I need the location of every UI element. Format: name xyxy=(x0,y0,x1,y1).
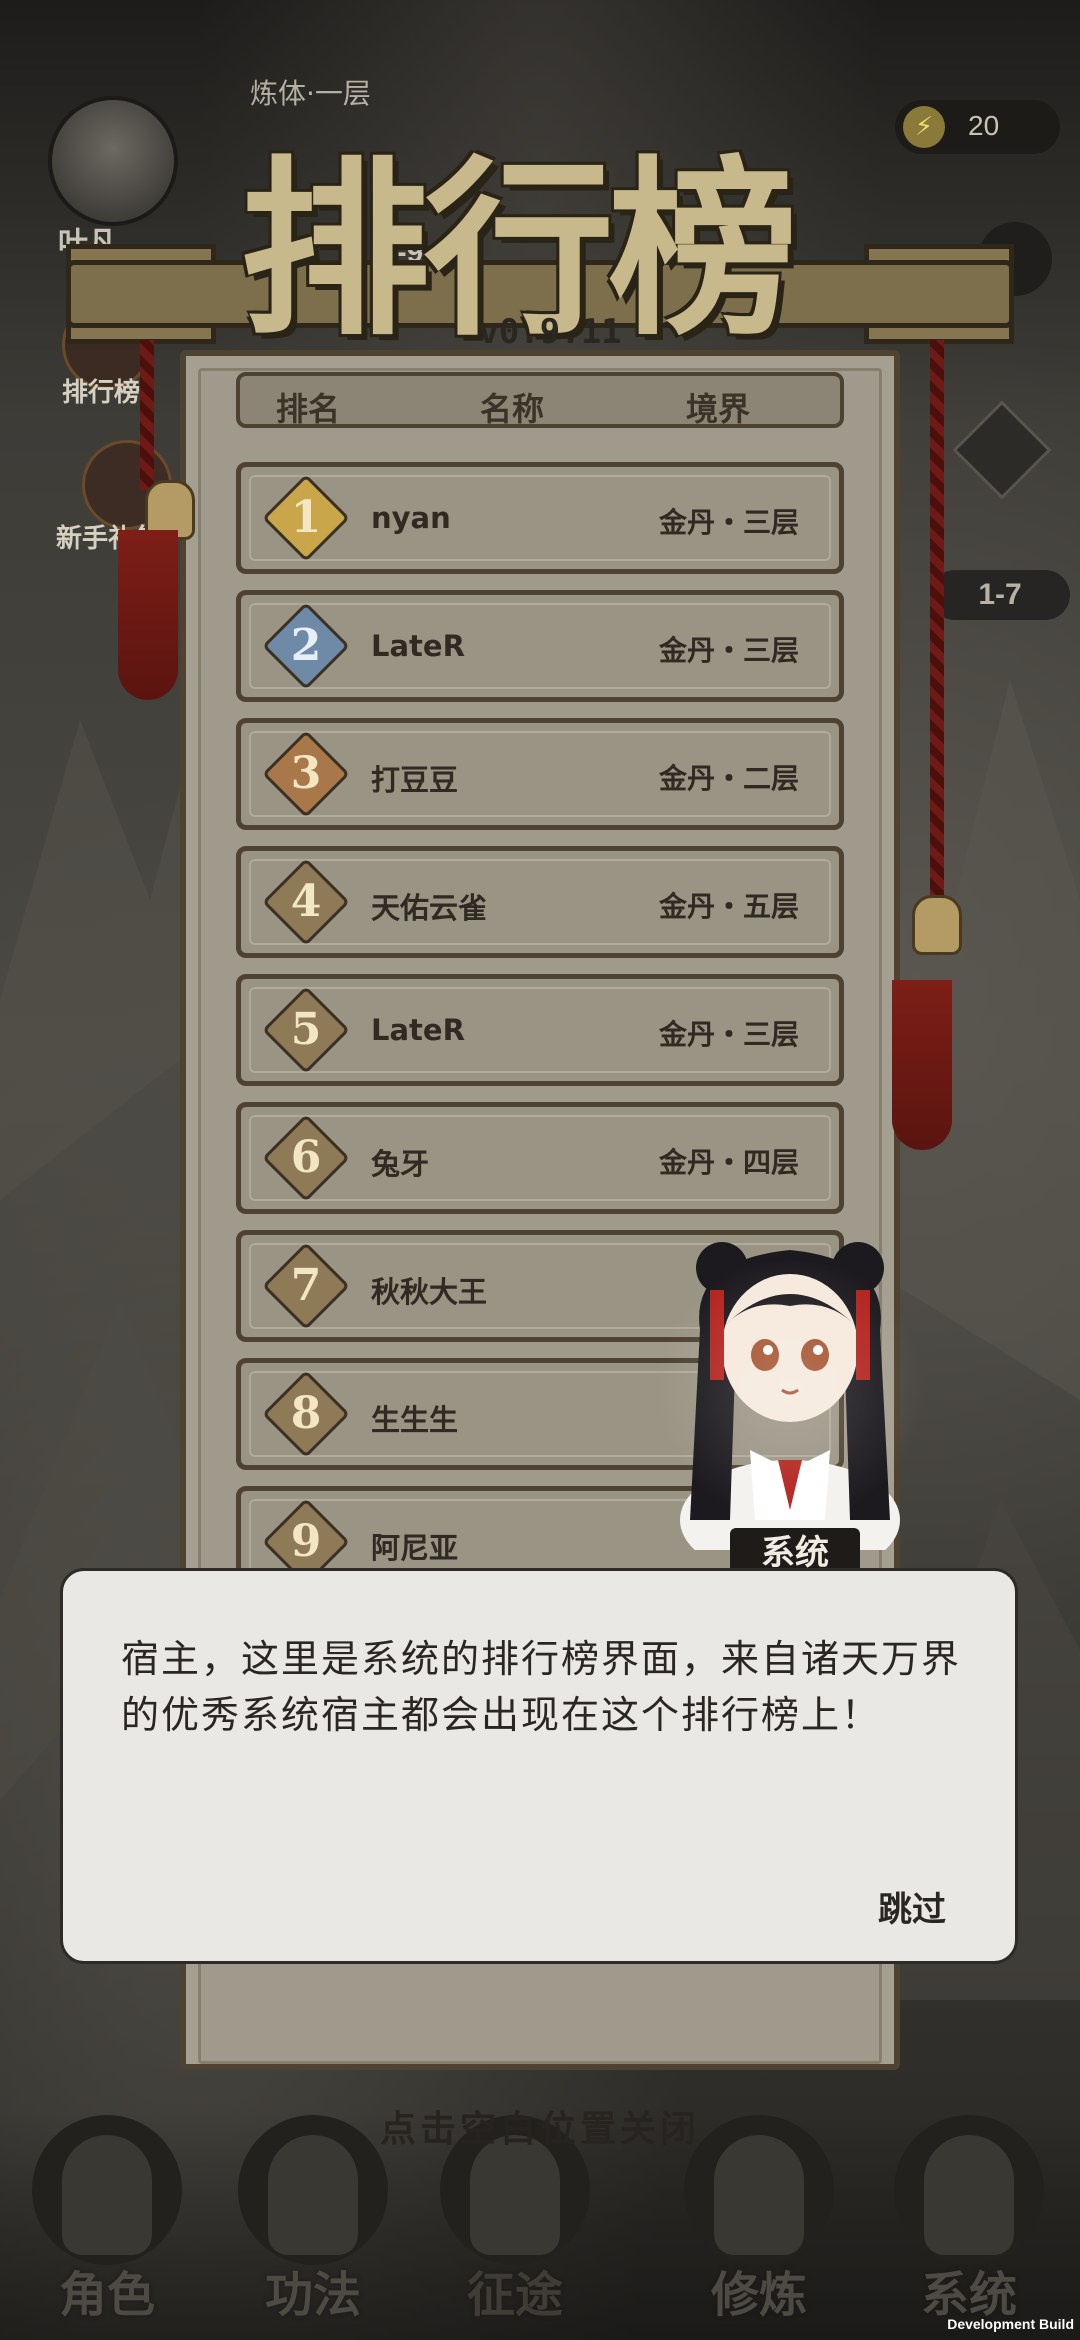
leaderboard-header: 排名 名称 境界 xyxy=(236,372,844,428)
nav-label: 修炼 xyxy=(710,2267,807,2323)
realm-cell: 金丹・四层 xyxy=(658,1146,799,1179)
leaderboard-row[interactable]: 3 打豆豆 金丹・二层 xyxy=(236,718,844,830)
nav-label: 角色 xyxy=(58,2267,155,2323)
column-name: 名称 xyxy=(480,390,545,428)
player-name-cell: 秋秋大王 xyxy=(371,1275,488,1309)
nav-label: 系统 xyxy=(920,2267,1017,2323)
stage-label-right: 1-7 xyxy=(930,570,1070,620)
version-label: v0.9.11 xyxy=(478,312,622,352)
player-name-cell: 打豆豆 xyxy=(371,763,459,797)
character-icon xyxy=(62,2135,152,2255)
leaderboard-row[interactable]: 5 LateR 金丹・三层 xyxy=(236,974,844,1086)
tassel-fringe-right xyxy=(892,980,952,1150)
tassel-fringe-left xyxy=(118,530,178,700)
rank-number: 3 xyxy=(290,748,322,799)
nav-label: 征途 xyxy=(466,2267,563,2323)
tassel-cord-left xyxy=(140,340,154,490)
rank-number: 8 xyxy=(290,1388,322,1439)
player-name-cell: nyan xyxy=(371,501,451,535)
rank-number: 7 xyxy=(290,1260,322,1311)
player-name-cell: LateR xyxy=(371,1013,465,1047)
skip-button[interactable]: 跳过 xyxy=(878,1882,946,1931)
rank-number: 2 xyxy=(290,620,322,671)
rank-number: 6 xyxy=(290,1132,322,1183)
meditation-icon xyxy=(714,2135,804,2255)
leaderboard-title: 排行榜 xyxy=(240,138,798,361)
technique-book-icon xyxy=(268,2135,358,2255)
tap-to-close-hint: 点击空白位置关闭 xyxy=(379,2108,700,2150)
energy-value: 20 xyxy=(968,110,1000,141)
system-girl-portrait xyxy=(650,1220,930,1580)
journey-sword-icon xyxy=(470,2135,560,2255)
player-name-cell: 生生生 xyxy=(371,1403,459,1437)
realm-cell: 金丹・二层 xyxy=(658,762,799,795)
realm-cell: 金丹・三层 xyxy=(658,634,799,667)
player-name-cell: 阿尼亚 xyxy=(371,1531,459,1565)
realm-cell: 金丹・三层 xyxy=(658,506,799,539)
leaderboard-row[interactable]: 6 兔牙 金丹・四层 xyxy=(236,1102,844,1214)
rank-number: 5 xyxy=(290,1004,322,1055)
rank-number: 9 xyxy=(290,1516,322,1567)
leaderboard-row[interactable]: 2 LateR 金丹・三层 xyxy=(236,590,844,702)
tassel-bell-right xyxy=(912,895,962,955)
leaderboard-row[interactable]: 4 天佑云雀 金丹・五层 xyxy=(236,846,844,958)
realm-cell: 金丹・五层 xyxy=(658,890,799,923)
portrait-glow xyxy=(650,1260,930,1520)
system-girl-icon xyxy=(924,2135,1014,2255)
leaderboard-row[interactable]: 1 nyan 金丹・三层 xyxy=(236,462,844,574)
development-build-label: Development Build xyxy=(947,2316,1074,2332)
nav-label: 功法 xyxy=(264,2267,361,2323)
rank-number: 1 xyxy=(290,492,322,543)
player-avatar[interactable] xyxy=(48,96,178,226)
rank-number: 4 xyxy=(290,876,322,927)
column-rank: 排名 xyxy=(276,390,341,428)
realm-cell: 金丹・三层 xyxy=(658,1018,799,1051)
tassel-cord-right xyxy=(930,340,944,900)
dialog-text: 宿主，这里是系统的排行榜界面，来自诸天万界的优秀系统宿主都会出现在这个排行榜上！ xyxy=(121,1637,962,1737)
lightning-icon: ⚡ xyxy=(903,106,945,148)
side-ranking-label: 排行榜 xyxy=(62,378,141,408)
player-name-cell: 天佑云雀 xyxy=(371,891,488,925)
column-realm: 境界 xyxy=(686,390,751,428)
dialog-box[interactable]: 宿主，这里是系统的排行榜界面，来自诸天万界的优秀系统宿主都会出现在这个排行榜上！ xyxy=(60,1568,1018,1964)
player-name-cell: LateR xyxy=(371,629,465,663)
player-name-cell: 兔牙 xyxy=(371,1147,430,1181)
